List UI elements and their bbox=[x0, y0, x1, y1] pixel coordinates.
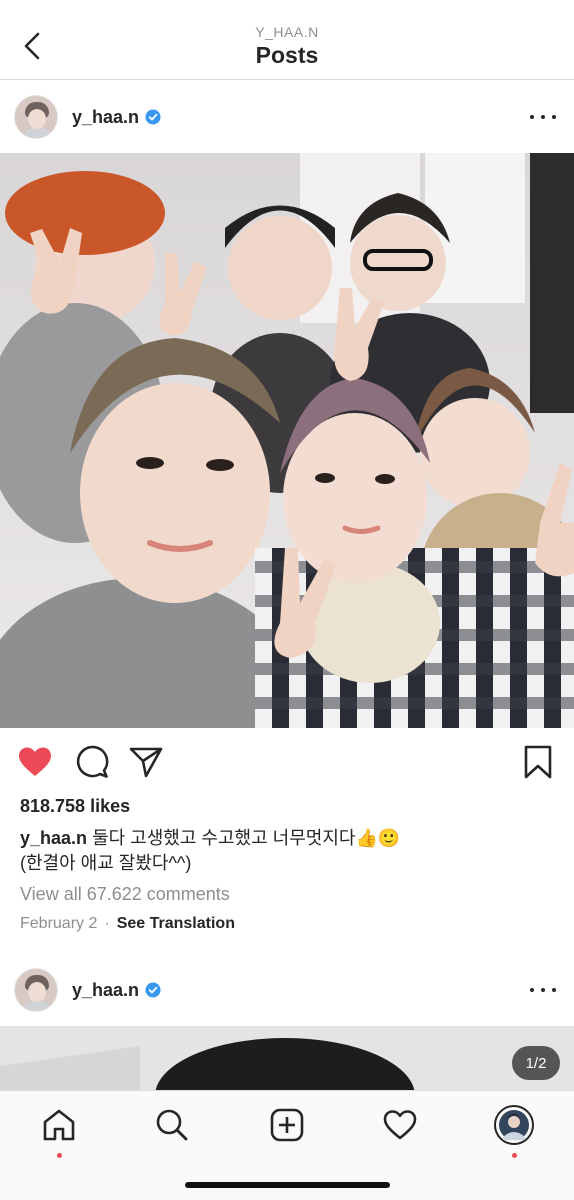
save-button[interactable] bbox=[520, 744, 556, 780]
avatar[interactable] bbox=[14, 95, 58, 139]
caption-text: 둘다 고생했고 수고했고 너무멋지다👍🙂 bbox=[92, 828, 401, 848]
share-button[interactable] bbox=[128, 744, 164, 780]
separator-dot: · bbox=[104, 915, 110, 932]
comment-button[interactable] bbox=[74, 744, 110, 780]
account-name: Y_HAA.N bbox=[255, 24, 319, 40]
post-photo[interactable] bbox=[0, 153, 574, 728]
home-indicator bbox=[185, 1182, 390, 1188]
search-icon bbox=[156, 1109, 188, 1141]
home-notification-dot bbox=[57, 1153, 62, 1158]
tab-profile[interactable] bbox=[492, 1103, 536, 1147]
activity-heart-icon bbox=[383, 1110, 417, 1140]
new-post-icon bbox=[270, 1108, 304, 1142]
page-title: Posts bbox=[255, 42, 319, 68]
likes-count[interactable]: 818.758 likes bbox=[20, 796, 130, 817]
group-selfie-illustration bbox=[0, 153, 574, 728]
tab-new-post[interactable] bbox=[265, 1103, 309, 1147]
tab-search[interactable] bbox=[150, 1103, 194, 1147]
verified-badge-icon bbox=[145, 982, 161, 998]
send-paper-plane-icon bbox=[129, 747, 163, 778]
post-caption: y_haa.n 둘다 고생했고 수고했고 너무멋지다👍🙂 (한결아 애교 잘봤다… bbox=[20, 826, 560, 876]
post-actions bbox=[0, 740, 574, 784]
next-post-illustration bbox=[0, 1026, 574, 1090]
profile-avatar bbox=[494, 1105, 534, 1145]
avatar[interactable] bbox=[14, 968, 58, 1012]
comment-bubble-icon bbox=[76, 745, 109, 778]
view-comments-link[interactable]: View all 67.622 comments bbox=[20, 884, 230, 905]
heart-filled-icon bbox=[19, 747, 51, 776]
post-meta: February 2 · See Translation bbox=[20, 915, 235, 933]
post-header: y_haa.n bbox=[0, 81, 574, 153]
post-date: February 2 bbox=[20, 915, 98, 932]
more-options-button[interactable] bbox=[530, 978, 556, 1002]
caption-line-2: (한결아 애교 잘봤다^^) bbox=[20, 853, 192, 873]
home-icon bbox=[43, 1109, 75, 1141]
next-post-username[interactable]: y_haa.n bbox=[72, 980, 139, 1001]
top-nav-bar: Y_HAA.N Posts bbox=[0, 0, 574, 80]
caption-username[interactable]: y_haa.n bbox=[20, 828, 87, 848]
post-username[interactable]: y_haa.n bbox=[72, 107, 139, 128]
see-translation-button[interactable]: See Translation bbox=[117, 915, 235, 933]
next-post-header: y_haa.n bbox=[0, 954, 574, 1026]
profile-notification-dot bbox=[512, 1153, 517, 1158]
like-button[interactable] bbox=[17, 744, 53, 780]
tab-home[interactable] bbox=[37, 1103, 81, 1147]
more-options-button[interactable] bbox=[530, 105, 556, 129]
next-post-photo[interactable] bbox=[0, 1026, 574, 1090]
verified-badge-icon bbox=[145, 109, 161, 125]
carousel-counter: 1/2 bbox=[512, 1046, 560, 1080]
tab-activity[interactable] bbox=[378, 1103, 422, 1147]
bookmark-icon bbox=[524, 745, 552, 779]
